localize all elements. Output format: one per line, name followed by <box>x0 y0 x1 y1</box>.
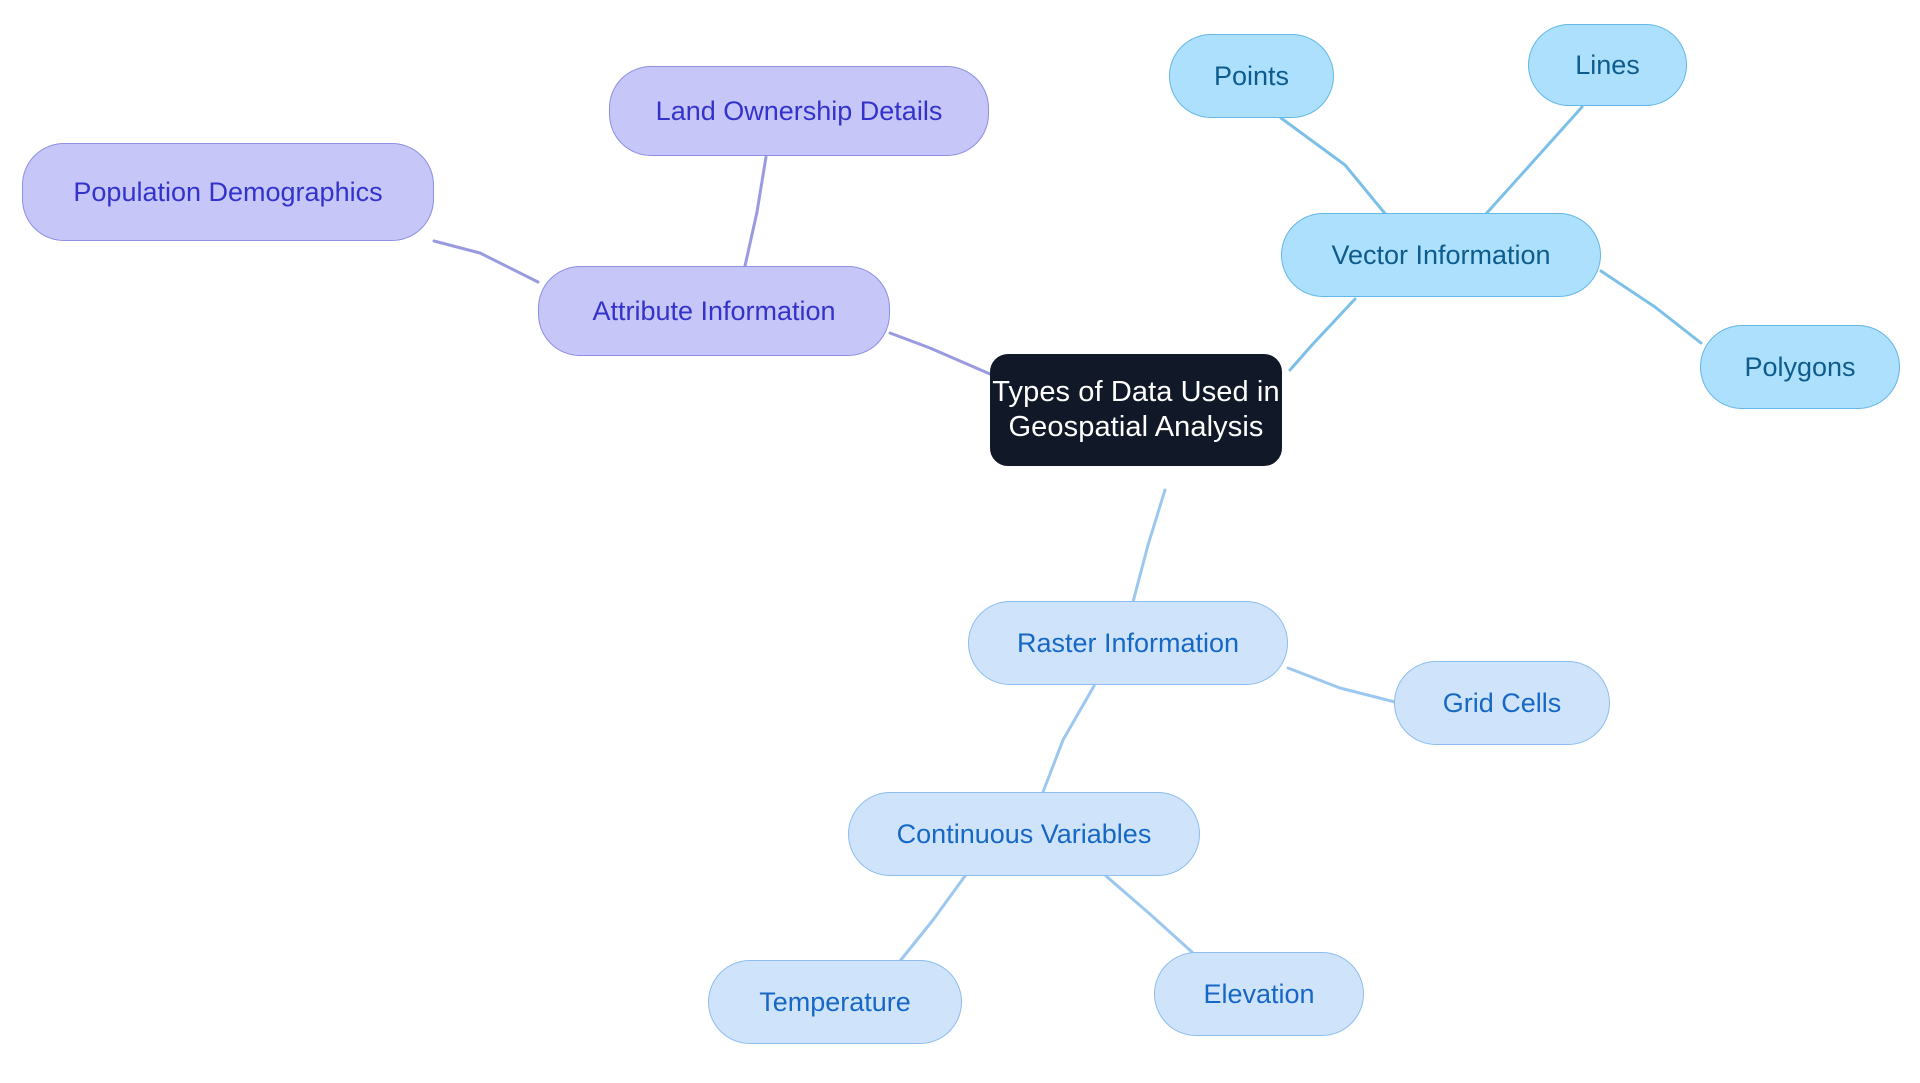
edge-continuous-elevation <box>1104 874 1195 955</box>
node-raster-information[interactable]: Raster Information <box>968 601 1288 685</box>
node-root[interactable]: Types of Data Used in Geospatial Analysi… <box>990 354 1282 466</box>
edge-attribute-land <box>743 155 768 268</box>
node-lines[interactable]: Lines <box>1528 24 1687 106</box>
node-continuous-variables[interactable]: Continuous Variables <box>848 792 1200 876</box>
node-elevation[interactable]: Elevation <box>1154 952 1364 1036</box>
edge-raster-grid <box>1286 666 1397 704</box>
edge-root-raster <box>1131 488 1167 604</box>
edge-vector-polygons <box>1599 269 1703 345</box>
node-population-demographics[interactable]: Population Demographics <box>22 143 434 241</box>
edge-root-attribute <box>888 331 992 376</box>
node-vector-information[interactable]: Vector Information <box>1281 213 1601 297</box>
node-land-ownership-details[interactable]: Land Ownership Details <box>609 66 989 156</box>
edge-raster-continuous <box>1041 684 1096 794</box>
node-temperature[interactable]: Temperature <box>708 960 962 1044</box>
node-attribute-information[interactable]: Attribute Information <box>538 266 890 356</box>
edge-vector-points <box>1279 116 1389 218</box>
node-grid-cells[interactable]: Grid Cells <box>1394 661 1610 745</box>
edge-attribute-population <box>432 239 540 284</box>
edge-continuous-temperature <box>898 874 967 963</box>
mindmap-canvas: Types of Data Used in Geospatial Analysi… <box>0 0 1920 1083</box>
node-points[interactable]: Points <box>1169 34 1334 118</box>
edge-vector-lines <box>1483 105 1584 217</box>
edge-root-vector <box>1288 297 1357 372</box>
node-polygons[interactable]: Polygons <box>1700 325 1900 409</box>
